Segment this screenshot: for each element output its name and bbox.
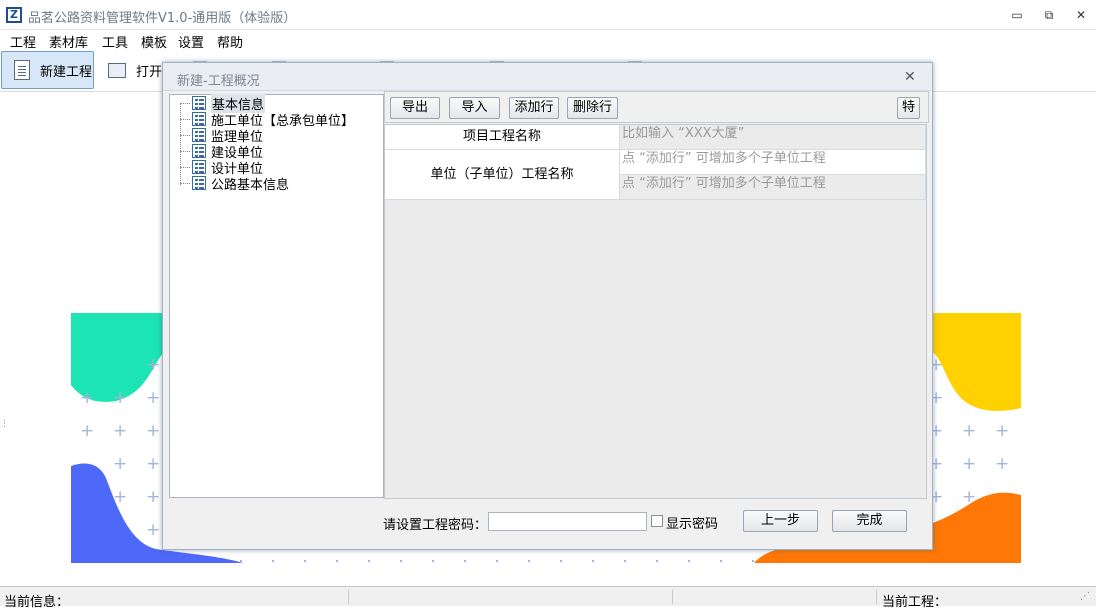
tree-item-label: 公路基本信息: [211, 177, 290, 193]
tree-connector: [180, 151, 190, 152]
plus-mark: +: [146, 520, 161, 540]
menu-materials[interactable]: 素材库: [49, 32, 88, 51]
status-divider: [348, 590, 349, 604]
plus-mark: +: [962, 454, 977, 474]
minimize-icon[interactable]: ▭: [1006, 6, 1028, 24]
open-label: 打开: [136, 64, 163, 80]
close-window-icon[interactable]: ✕: [1070, 6, 1092, 24]
plus-mark: +: [113, 421, 128, 441]
tree-connector: [180, 103, 190, 104]
dialog-footer: 请设置工程密码： 显示密码 上一步 完成: [163, 501, 932, 549]
plus-mark: +: [113, 454, 128, 474]
tree-connector: [180, 119, 190, 120]
new-project-button[interactable]: 新建工程: [1, 51, 94, 89]
dotted-rule: [240, 560, 760, 562]
new-project-dialog: 新建-工程概况 ✕ 基本信息 施工单位【总承包单位】 监理单位 建设单位 设计单…: [162, 62, 933, 550]
list-node-icon: [192, 144, 206, 158]
list-node-icon: [192, 128, 206, 142]
title-bar: Z 品茗公路资料管理软件V1.0-通用版（体验版） ▭ ⧉ ✕: [0, 0, 1096, 30]
plus-mark: +: [113, 487, 128, 507]
unit-name-field[interactable]: 点 “添加行” 可增加多个子单位工程: [620, 150, 926, 175]
menu-settings[interactable]: 设置: [178, 32, 204, 51]
tree-connector: [180, 183, 190, 184]
category-tree: 基本信息 施工单位【总承包单位】 监理单位 建设单位 设计单位 公路基本信息: [169, 93, 384, 498]
list-node-icon: [192, 112, 206, 126]
new-project-label: 新建工程: [40, 64, 93, 80]
plus-mark: +: [962, 487, 977, 507]
current-info-label: 当前信息：: [4, 595, 70, 610]
status-divider: [672, 590, 673, 604]
password-label: 请设置工程密码：: [383, 518, 488, 533]
plus-mark: +: [80, 421, 95, 441]
plus-mark: +: [80, 388, 95, 408]
window-title: 品茗公路资料管理软件V1.0-通用版（体验版）: [28, 11, 297, 26]
plus-mark: +: [146, 421, 161, 441]
menu-help[interactable]: 帮助: [217, 32, 243, 51]
tree-connector: [180, 167, 190, 168]
plus-mark: +: [995, 421, 1010, 441]
open-button[interactable]: 打开: [100, 51, 170, 89]
list-node-icon: [192, 160, 206, 174]
tree-item-construction-unit[interactable]: 施工单位【总承包单位】: [180, 111, 354, 129]
menu-bar: 工程 素材库 工具 模板 设置 帮助: [0, 30, 1096, 51]
current-project-label: 当前工程：: [882, 595, 948, 610]
resize-grip-icon[interactable]: ⋰: [1080, 591, 1090, 602]
show-password-label: 显示密码: [666, 517, 719, 532]
plus-mark: +: [146, 388, 161, 408]
app-logo-icon: Z: [6, 7, 22, 23]
plus-mark: +: [146, 487, 161, 507]
restore-icon[interactable]: ⧉: [1038, 6, 1060, 24]
plus-mark: +: [113, 388, 128, 408]
export-button[interactable]: 导出: [390, 97, 440, 119]
menu-project[interactable]: 工程: [10, 32, 36, 51]
unit-name-field[interactable]: 点 “添加行” 可增加多个子单位工程: [620, 175, 926, 200]
list-node-icon: [192, 176, 206, 190]
dialog-title: 新建-工程概况: [177, 74, 260, 89]
import-button[interactable]: 导入: [449, 97, 500, 119]
list-node-icon: [192, 96, 206, 110]
tree-connector: [180, 135, 190, 136]
delete-row-button[interactable]: 删除行: [567, 97, 618, 119]
plus-mark: +: [146, 454, 161, 474]
show-password-checkbox[interactable]: [651, 515, 663, 527]
detail-panel: 导出 导入 添加行 删除行 特 项目工程名称 比如输入 “XXX大厦” 单位（子…: [384, 91, 929, 499]
password-input[interactable]: [488, 512, 647, 531]
menu-templates[interactable]: 模板: [141, 32, 167, 51]
menu-tools[interactable]: 工具: [102, 32, 128, 51]
grid-toolbar: 导出 导入 添加行 删除行 特: [384, 91, 929, 123]
unit-name-label: 单位（子单位）工程名称: [385, 150, 620, 200]
plus-mark: +: [962, 421, 977, 441]
plus-mark: +: [146, 355, 161, 375]
new-document-icon: [14, 60, 30, 80]
dialog-close-icon[interactable]: ✕: [904, 69, 916, 85]
plus-mark: +: [995, 454, 1010, 474]
special-button[interactable]: 特: [897, 97, 920, 119]
status-divider: [876, 590, 877, 604]
add-row-button[interactable]: 添加行: [509, 97, 559, 119]
project-info-grid: 项目工程名称 比如输入 “XXX大厦” 单位（子单位）工程名称 点 “添加行” …: [384, 124, 927, 499]
finish-button[interactable]: 完成: [832, 510, 907, 532]
dialog-title-bar: 新建-工程概况 ✕: [163, 63, 932, 91]
previous-step-button[interactable]: 上一步: [743, 510, 818, 532]
project-name-field[interactable]: 比如输入 “XXX大厦”: [620, 125, 926, 150]
status-bar: 当前信息： 当前工程： ⋰: [0, 586, 1096, 610]
splitter-handle[interactable]: ⋮: [0, 420, 9, 436]
open-folder-icon: [108, 62, 126, 78]
project-name-label: 项目工程名称: [385, 125, 620, 150]
tree-item-highway-info[interactable]: 公路基本信息: [180, 175, 290, 193]
